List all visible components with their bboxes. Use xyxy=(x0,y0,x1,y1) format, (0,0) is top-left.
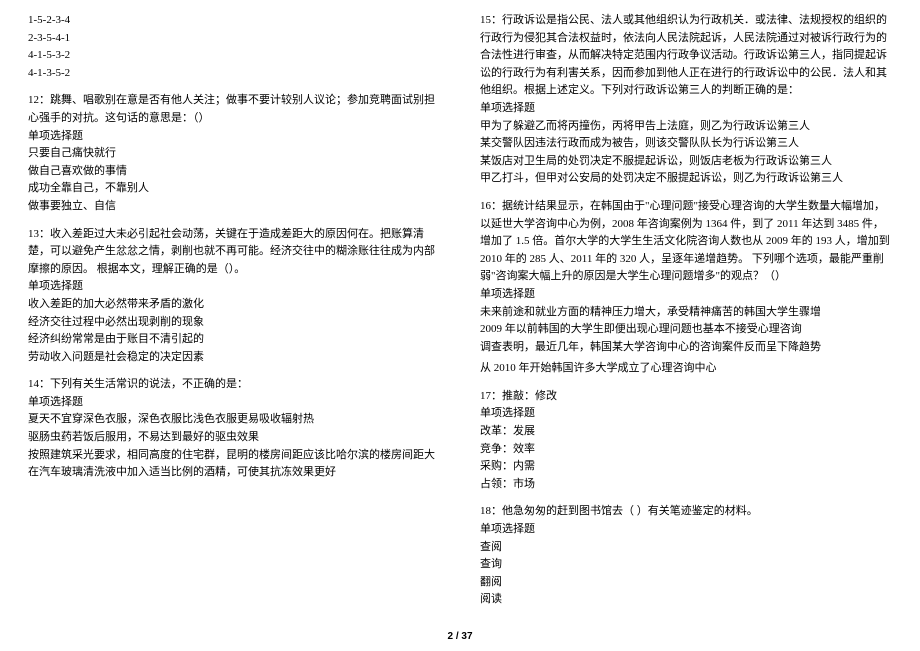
opt: 夏天不宜穿深色衣服，深色衣服比浅色衣服更易吸收辐射热 xyxy=(28,411,440,429)
q-type: 单项选择题 xyxy=(28,128,440,146)
opt: 甲为了躲避乙而将丙撞伤，丙将甲告上法庭，则乙为行政诉讼第三人 xyxy=(480,118,892,136)
opt: 按照建筑采光要求，相同高度的住宅群，昆明的楼房间距应该比哈尔滨的楼房间距大 xyxy=(28,447,440,465)
q-type: 单项选择题 xyxy=(28,278,440,296)
opt: 改革：发展 xyxy=(480,423,892,441)
opt: 查阅 xyxy=(480,539,892,557)
opt: 只要自己痛快就行 xyxy=(28,145,440,163)
q-type: 单项选择题 xyxy=(480,100,892,118)
stem: 13：收入差距过大未必引起社会动荡，关键在于造成差距大的原因何在。把账算清楚，可… xyxy=(28,226,440,279)
opt: 4-1-5-3-2 xyxy=(28,47,440,65)
opt: 劳动收入问题是社会稳定的决定因素 xyxy=(28,349,440,367)
stem: 16：据统计结果显示，在韩国由于"心理问题"接受心理咨询的大学生数量大幅增加，以… xyxy=(480,198,892,286)
opt: 采购：内需 xyxy=(480,458,892,476)
opt: 甲乙打斗，但甲对公安局的处罚决定不服提起诉讼，则乙为行政诉讼第三人 xyxy=(480,170,892,188)
question-16: 16：据统计结果显示，在韩国由于"心理问题"接受心理咨询的大学生数量大幅增加，以… xyxy=(480,198,892,356)
opt: 某交警队因违法行政而成为被告，则该交警队队长为行诉讼第三人 xyxy=(480,135,892,153)
question-18: 18：他急匆匆的赶到图书馆去（ ）有关笔迹鉴定的材料。 单项选择题 查阅 查询 … xyxy=(480,503,892,609)
opt: 阅读 xyxy=(480,591,892,609)
opt: 翻阅 xyxy=(480,574,892,592)
question-17: 17：推敲：修改 单项选择题 改革：发展 竞争：效率 采购：内需 占领：市场 xyxy=(480,388,892,494)
question-15: 15：行政诉讼是指公民、法人或其他组织认为行政机关．或法律、法规授权的组织的行政… xyxy=(480,12,892,188)
opt: 竞争：效率 xyxy=(480,441,892,459)
opt: 未来前途和就业方面的精神压力增大，承受精神痛苦的韩国大学生骤增 xyxy=(480,304,892,322)
q-type: 单项选择题 xyxy=(28,394,440,412)
opt: 1-5-2-3-4 xyxy=(28,12,440,30)
question-14: 14：下列有关生活常识的说法，不正确的是： 单项选择题 夏天不宜穿深色衣服，深色… xyxy=(28,376,440,482)
opt: 调查表明，最近几年，韩国某大学咨询中心的咨询案件反而呈下降趋势 xyxy=(480,339,892,357)
opt: 占领：市场 xyxy=(480,476,892,494)
stem: 17：推敲：修改 xyxy=(480,388,892,406)
stem: 15：行政诉讼是指公民、法人或其他组织认为行政机关．或法律、法规授权的组织的行政… xyxy=(480,12,892,100)
opt: 收入差距的加大必然带来矛盾的激化 xyxy=(28,296,440,314)
opt: 做自己喜欢做的事情 xyxy=(28,163,440,181)
opt: 查询 xyxy=(480,556,892,574)
stem: 18：他急匆匆的赶到图书馆去（ ）有关笔迹鉴定的材料。 xyxy=(480,503,892,521)
opt: 2009 年以前韩国的大学生即便出现心理问题也基本不接受心理咨询 xyxy=(480,321,892,339)
opt: 做事要独立、自信 xyxy=(28,198,440,216)
opt: 驱肠虫药若饭后服用，不易达到最好的驱虫效果 xyxy=(28,429,440,447)
opt: 从 2010 年开始韩国许多大学成立了心理咨询中心 xyxy=(480,360,892,378)
opt: 成功全靠自己，不靠别人 xyxy=(28,180,440,198)
stem: 12：跳舞、唱歌别在意是否有他人关注；做事不要计较别人议论；参加竞聘面试别担心强… xyxy=(28,92,440,127)
page-number: 2 / 37 xyxy=(0,629,920,645)
opt: 2-3-5-4-1 xyxy=(28,30,440,48)
question-13: 13：收入差距过大未必引起社会动荡，关键在于造成差距大的原因何在。把账算清楚，可… xyxy=(28,226,440,367)
stem: 14：下列有关生活常识的说法，不正确的是： xyxy=(28,376,440,394)
question-12: 12：跳舞、唱歌别在意是否有他人关注；做事不要计较别人议论；参加竞聘面试别担心强… xyxy=(28,92,440,215)
q-type: 单项选择题 xyxy=(480,405,892,423)
leading-options: 1-5-2-3-4 2-3-5-4-1 4-1-5-3-2 4-1-3-5-2 xyxy=(28,12,440,82)
q-type: 单项选择题 xyxy=(480,521,892,539)
opt: 经济纠纷常常是由于账目不清引起的 xyxy=(28,331,440,349)
page-columns: 1-5-2-3-4 2-3-5-4-1 4-1-5-3-2 4-1-3-5-2 … xyxy=(28,12,892,620)
opt: 在汽车玻璃清洗液中加入适当比例的酒精，可使其抗冻效果更好 xyxy=(28,464,440,482)
question-16-cont: 从 2010 年开始韩国许多大学成立了心理咨询中心 xyxy=(480,360,892,378)
opt: 经济交往过程中必然出现剥削的现象 xyxy=(28,314,440,332)
q-type: 单项选择题 xyxy=(480,286,892,304)
opt: 4-1-3-5-2 xyxy=(28,65,440,83)
opt: 某饭店对卫生局的处罚决定不服提起诉讼，则饭店老板为行政诉讼第三人 xyxy=(480,153,892,171)
